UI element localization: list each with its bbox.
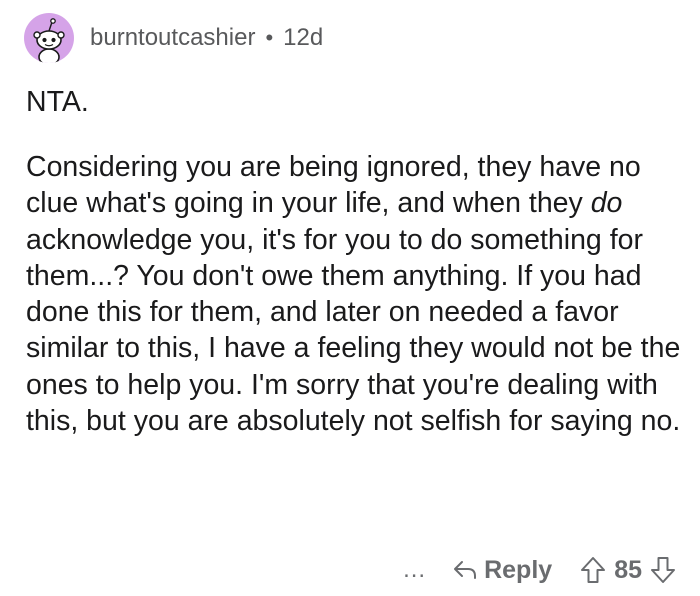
vote-controls: 85 [580,556,676,585]
comment-paragraph-1: NTA. [26,86,89,118]
reply-arrow-icon [454,561,477,579]
comment-action-bar: ... Reply 85 [403,550,676,590]
reply-button[interactable]: Reply [452,556,552,585]
meta-separator: • [265,25,274,50]
comment-age: 12d [283,24,324,51]
snoo-avatar-icon [33,18,65,63]
comment-paragraph-2: Considering you are being ignored, they … [26,149,686,439]
comment-author[interactable]: burntoutcashier [90,24,255,52]
comment-card: burntoutcashier • 12d NTA. Considering y… [0,0,700,596]
upvote-arrow-icon[interactable] [580,556,606,584]
downvote-arrow-icon[interactable] [650,556,676,584]
comment-text-part: acknowledge you, it's for you to do some… [26,223,681,438]
vote-score: 85 [614,555,642,584]
reply-label: Reply [484,555,553,584]
comment-header: burntoutcashier • 12d [24,12,323,64]
comment-emphasis: do [590,187,623,220]
more-options-icon[interactable]: ... [403,558,426,582]
comment-text-part: Considering you are being ignored, they … [26,151,641,220]
avatar[interactable] [24,13,74,63]
